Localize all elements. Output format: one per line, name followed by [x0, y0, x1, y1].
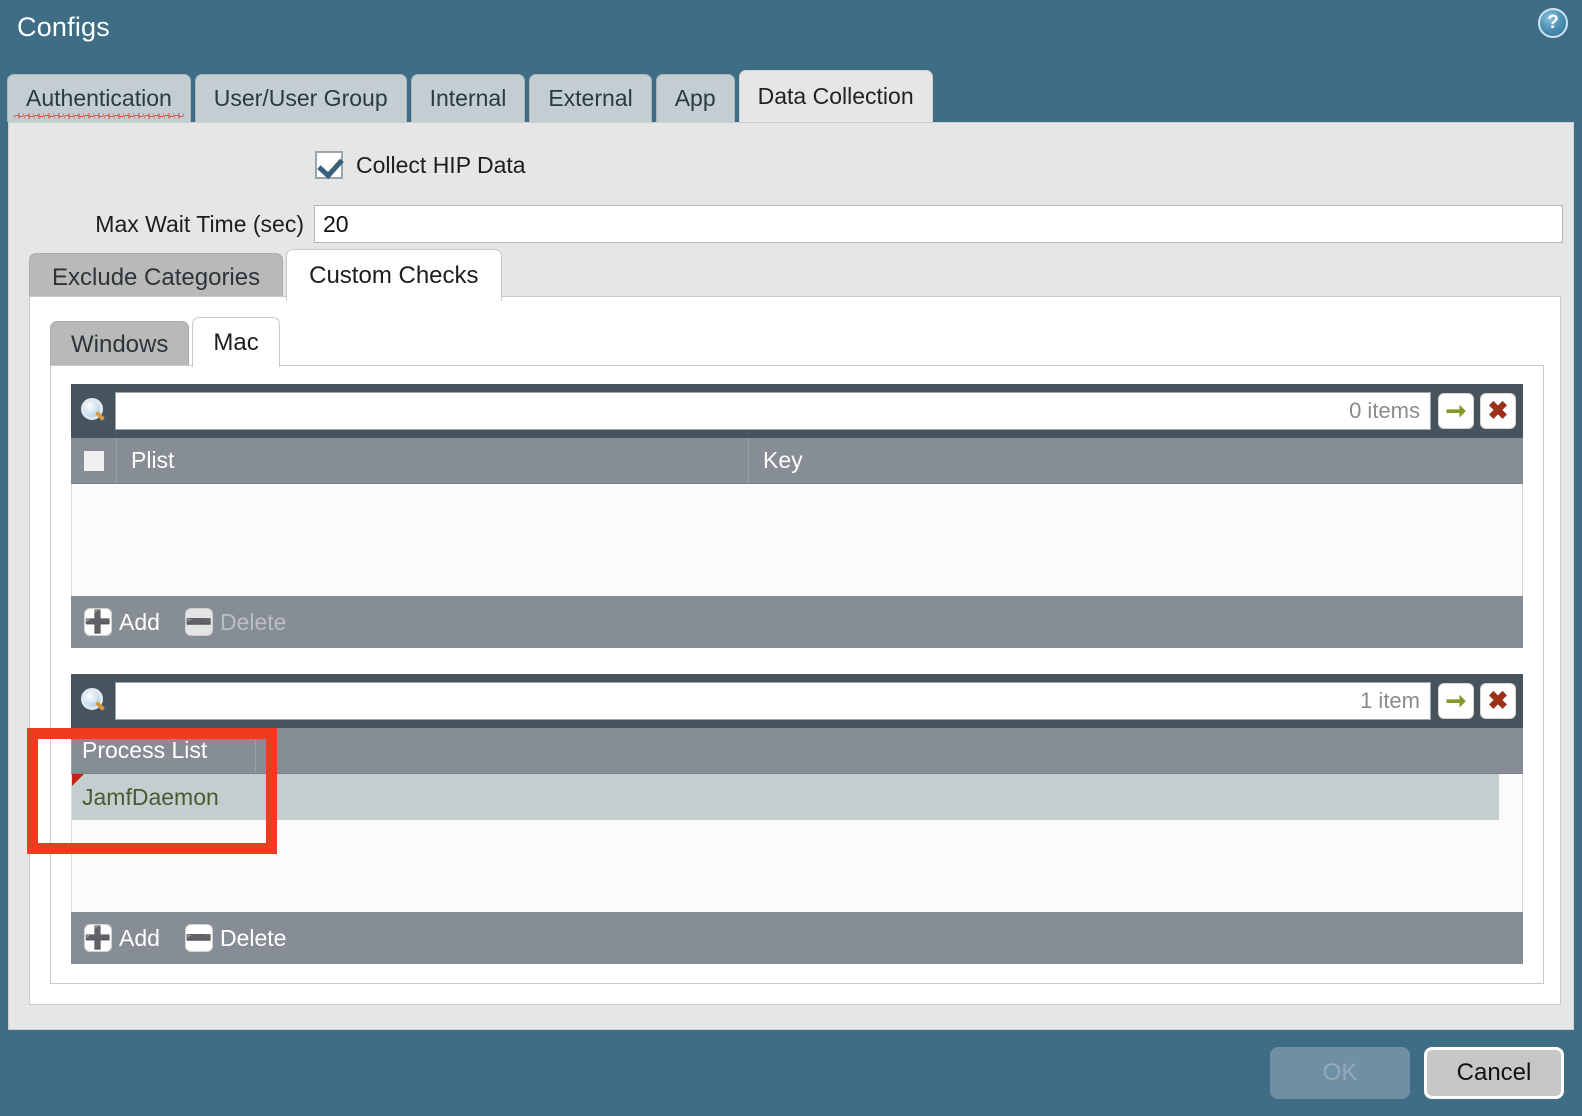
- minus-icon: ➖: [185, 609, 213, 635]
- clear-x-icon: ✖: [1487, 686, 1509, 715]
- spellcheck-underline-icon: [14, 113, 184, 119]
- process-delete-label: Delete: [219, 924, 287, 951]
- plist-item-count: 0 items: [1349, 398, 1420, 423]
- ok-button: OK: [1270, 1047, 1410, 1099]
- process-row-remainder[interactable]: [257, 774, 1499, 820]
- innertab-windows[interactable]: Windows: [50, 321, 190, 367]
- arrow-right-icon: ➞: [1445, 686, 1467, 715]
- plist-search-bar: 0 items ➞ ✖: [71, 384, 1523, 438]
- minus-icon: ➖: [185, 925, 213, 951]
- configs-dialog: Configs ? Authentication User/User Group…: [0, 0, 1582, 1116]
- collect-hip-data-label: Collect HIP Data: [356, 151, 526, 178]
- innertab-label: Mac: [213, 328, 259, 356]
- data-collection-panel: Collect HIP Data Max Wait Time (sec) Exc…: [8, 122, 1574, 1030]
- plus-icon: ➕: [84, 609, 112, 635]
- process-add-button[interactable]: ➕ Add: [84, 924, 160, 952]
- dialog-titlebar: Configs ?: [0, 0, 1582, 62]
- plist-select-all-cell[interactable]: [71, 438, 117, 483]
- tab-authentication[interactable]: Authentication: [7, 74, 191, 122]
- plist-select-all-checkbox[interactable]: [82, 449, 105, 472]
- column-header-process-list[interactable]: Process List: [71, 728, 256, 773]
- tab-internal[interactable]: Internal: [410, 74, 526, 122]
- help-icon[interactable]: ?: [1538, 8, 1568, 38]
- innertab-label: Windows: [71, 330, 169, 358]
- process-search-bar: 1 item ➞ ✖: [71, 674, 1523, 728]
- process-grid-footer: ➕ Add ➖ Delete: [71, 912, 1523, 964]
- process-grid-header: Process List: [71, 728, 1523, 774]
- subtab-exclude-categories[interactable]: Exclude Categories: [29, 253, 284, 301]
- max-wait-time-input[interactable]: [314, 205, 1563, 243]
- plist-grid-header: Plist Key: [71, 438, 1523, 484]
- tab-label: User/User Group: [213, 85, 388, 111]
- process-delete-button[interactable]: ➖ Delete: [185, 924, 287, 952]
- process-name-value: JamfDaemon: [82, 783, 219, 810]
- clear-x-icon: ✖: [1487, 396, 1509, 425]
- mac-custom-checks-pane: 0 items ➞ ✖ Plist Key ➕ Add ➖ Delete 1 i…: [50, 365, 1544, 984]
- custom-checks-panel: Windows Mac 0 items ➞ ✖ Plist Key ➕ Add …: [29, 296, 1561, 1005]
- edited-marker-icon: [72, 774, 84, 786]
- process-search-go-button[interactable]: ➞: [1439, 684, 1473, 718]
- plist-grid-footer: ➕ Add ➖ Delete: [71, 596, 1523, 648]
- table-row[interactable]: JamfDaemon: [72, 774, 1522, 820]
- plist-add-button[interactable]: ➕ Add: [84, 608, 160, 636]
- collect-hip-data-checkbox[interactable]: [315, 151, 343, 179]
- collect-hip-row: Collect HIP Data: [9, 151, 1573, 179]
- column-header-plist[interactable]: Plist: [117, 438, 749, 483]
- main-tab-strip: Authentication User/User Group Internal …: [0, 62, 1582, 122]
- plist-grid: 0 items ➞ ✖ Plist Key ➕ Add ➖ Delete: [71, 384, 1523, 648]
- plist-grid-body: [71, 484, 1523, 596]
- process-list-grid: 1 item ➞ ✖ Process List JamfDaemon ➕ Add…: [71, 674, 1523, 964]
- arrow-right-icon: ➞: [1445, 396, 1467, 425]
- plist-add-label: Add: [119, 608, 160, 635]
- tab-external[interactable]: External: [529, 74, 652, 122]
- subtab-label: Exclude Categories: [52, 263, 261, 291]
- plus-icon: ➕: [84, 925, 112, 951]
- plist-search-clear-button[interactable]: ✖: [1481, 394, 1515, 428]
- tab-label: Data Collection: [757, 83, 914, 109]
- max-wait-time-row: Max Wait Time (sec): [9, 205, 1573, 243]
- plist-search-input[interactable]: 0 items: [115, 392, 1431, 430]
- dialog-footer: OK Cancel: [0, 1030, 1582, 1116]
- process-item-count: 1 item: [1360, 688, 1420, 713]
- max-wait-time-label: Max Wait Time (sec): [95, 210, 304, 237]
- platform-tab-strip: Windows Mac: [50, 313, 283, 367]
- plist-delete-button: ➖ Delete: [185, 608, 287, 636]
- tab-data-collection[interactable]: Data Collection: [738, 70, 933, 122]
- tab-label: Internal: [429, 85, 507, 111]
- process-grid-body: JamfDaemon: [71, 774, 1523, 912]
- process-search-clear-button[interactable]: ✖: [1481, 684, 1515, 718]
- search-icon: [79, 397, 107, 425]
- column-header-spacer: [256, 728, 1523, 773]
- page-title: Configs: [17, 12, 110, 42]
- plist-delete-label: Delete: [219, 608, 287, 635]
- plist-search-go-button[interactable]: ➞: [1439, 394, 1473, 428]
- tab-label: App: [674, 85, 716, 111]
- subtab-custom-checks[interactable]: Custom Checks: [286, 249, 502, 301]
- tab-label: External: [548, 85, 633, 111]
- tab-app[interactable]: App: [655, 74, 735, 122]
- process-name-cell[interactable]: JamfDaemon: [72, 774, 257, 820]
- process-add-label: Add: [119, 924, 160, 951]
- tab-label: Authentication: [26, 85, 172, 111]
- innertab-mac[interactable]: Mac: [192, 317, 280, 367]
- subtab-label: Custom Checks: [309, 261, 479, 289]
- custom-checks-tab-strip: Exclude Categories Custom Checks: [29, 245, 1561, 301]
- process-search-input[interactable]: 1 item: [115, 682, 1431, 720]
- cancel-button[interactable]: Cancel: [1424, 1047, 1564, 1099]
- tab-user-user-group[interactable]: User/User Group: [194, 74, 407, 122]
- search-icon: [79, 687, 107, 715]
- column-header-key[interactable]: Key: [749, 438, 1523, 483]
